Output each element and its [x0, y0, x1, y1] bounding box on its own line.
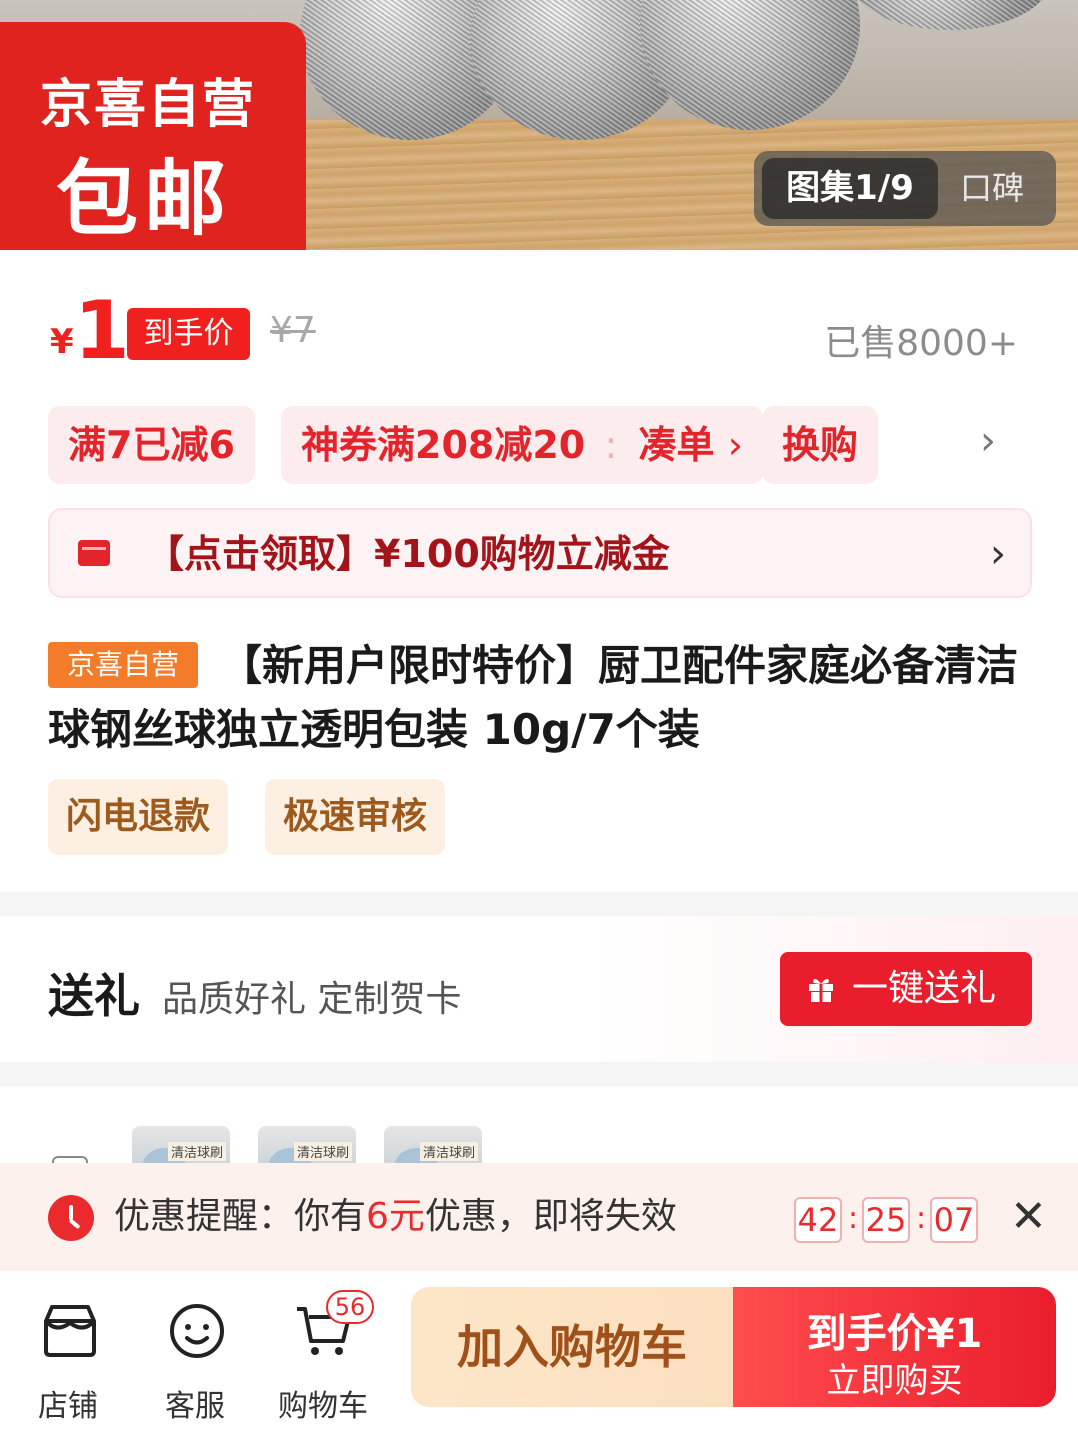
price-currency: ¥	[50, 322, 74, 362]
reminder-amount: 6元	[366, 1196, 425, 1237]
promo-chip-discount[interactable]: 满7已减6	[48, 406, 255, 484]
chevron-right-icon: ›	[990, 531, 1006, 577]
reminder-prefix: 优惠提醒：你有	[114, 1196, 367, 1237]
gallery-tab[interactable]: 图集1/9	[762, 158, 938, 219]
final-price-tag: 到手价	[127, 308, 250, 360]
gift-heading: 送礼	[48, 969, 140, 1023]
discount-reminder-bar: 优惠提醒：你有6元优惠，即将失效 42 : 25 : 07 ✕	[0, 1163, 1078, 1271]
reminder-message: 优惠提醒：你有6元优惠，即将失效	[114, 1163, 677, 1271]
shop-icon	[44, 1305, 96, 1357]
reviews-tab[interactable]: 口碑	[960, 158, 1024, 219]
section-divider	[0, 1062, 1078, 1086]
steel-ball-image	[640, 0, 860, 130]
gallery-switcher: 图集1/9 口碑	[754, 151, 1056, 226]
promo-chip-action[interactable]: 凑单	[638, 423, 714, 467]
cart-label: 购物车	[278, 1389, 368, 1424]
countdown-separator: :	[848, 1201, 859, 1236]
steel-ball-image	[850, 0, 1050, 30]
gift-icon	[809, 978, 833, 1002]
service-label: 客服	[165, 1389, 225, 1424]
smiley-icon	[170, 1304, 224, 1358]
thumb-label: 清洁球刷	[419, 1142, 478, 1161]
chevron-right-icon: ›	[727, 423, 743, 467]
countdown-minutes: 25	[862, 1197, 910, 1243]
countdown-hours: 42	[794, 1197, 842, 1243]
chip-divider: :	[604, 423, 618, 467]
product-title: 【新用户限时特价】厨卫配件家庭必备清洁球钢丝球独立透明包装 10g/7个装	[48, 641, 1019, 754]
price-value: 1	[74, 284, 130, 377]
chevron-right-icon[interactable]: ›	[980, 418, 996, 464]
coupon-banner[interactable]: 【点击领取】¥100购物立减金 ›	[48, 508, 1032, 598]
shop-label: 店铺	[38, 1389, 98, 1424]
promo-chip-exchange[interactable]: 换购	[762, 406, 879, 484]
promo-chip-coupon[interactable]: 神券满208减20 : 凑单 ›	[281, 406, 763, 484]
reminder-suffix: 优惠，即将失效	[424, 1196, 677, 1237]
buy-price: 到手价¥1	[806, 1311, 983, 1357]
thumb-label: 清洁球刷	[167, 1142, 226, 1161]
product-image-carousel[interactable]: 京喜自营 包邮 图集1/9 口碑	[0, 0, 1078, 250]
thumb-label: 清洁球刷	[293, 1142, 352, 1161]
countdown-seconds: 07	[930, 1197, 978, 1243]
coupon-text: 【点击领取】¥100购物立减金	[146, 532, 670, 576]
card-icon	[78, 540, 110, 566]
product-detail-page: 京喜自营 包邮 图集1/9 口碑 ¥ 1 到手价 ¥7 已售8000+ 满7已减…	[0, 0, 1078, 1441]
send-gift-label: 一键送礼	[852, 968, 997, 1009]
sold-count: 已售8000+	[824, 323, 1018, 364]
badge-line2: 包邮	[56, 152, 233, 247]
original-price: ¥7	[270, 310, 316, 351]
gift-section: 送礼 品质好礼 定制贺卡 一键送礼	[0, 916, 1078, 1062]
clock-icon	[48, 1195, 94, 1241]
add-to-cart-button[interactable]: 加入购物车	[411, 1287, 733, 1407]
close-icon[interactable]: ✕	[1010, 1193, 1047, 1241]
send-gift-button[interactable]: 一键送礼	[780, 952, 1032, 1026]
badge-line1: 京喜自营	[40, 75, 257, 135]
promo-chip-label: 神券满208减20	[301, 423, 586, 467]
cart-count-badge: 56	[326, 1290, 374, 1324]
service-tag[interactable]: 闪电退款	[48, 779, 229, 855]
customer-service-button[interactable]: 客服	[145, 1289, 245, 1424]
section-divider	[0, 892, 1078, 916]
buy-now-button[interactable]: 到手价¥1 立即购买	[733, 1287, 1056, 1407]
buy-now-label: 立即购买	[826, 1361, 963, 1401]
promo-chip-label: 换购	[782, 423, 859, 467]
promo-chip-label: 满7已减6	[68, 423, 235, 467]
promo-badge: 京喜自营 包邮	[0, 22, 306, 250]
service-tag[interactable]: 极速审核	[265, 779, 446, 855]
shop-button[interactable]: 店铺	[18, 1289, 118, 1424]
countdown-separator: :	[916, 1201, 927, 1236]
gift-subtitle: 品质好礼 定制贺卡	[162, 979, 462, 1020]
